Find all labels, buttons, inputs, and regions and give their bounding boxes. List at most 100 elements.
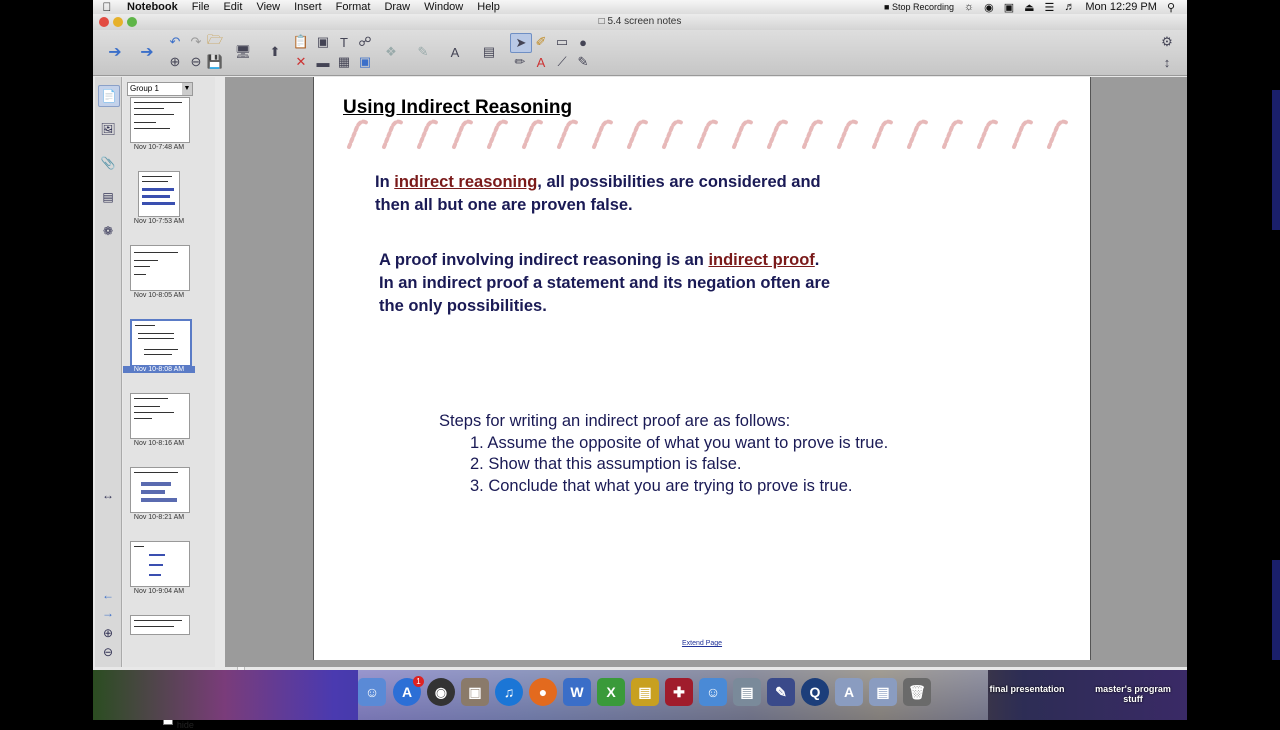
toolbar: ➔ ➔ ↶ ↷ 🗁 ⊕ ⊖ 💾 🖥 ⬆ 📋 ▣ T ☍ ✕ ▬ ▦ ▣ ❖ ✎ … bbox=[93, 30, 1187, 76]
sorter-prev-icon[interactable]: ← bbox=[98, 585, 118, 605]
desktop-folder-final-presentation[interactable]: final presentation bbox=[985, 684, 1069, 694]
menu-app-name[interactable]: Notebook bbox=[121, 1, 186, 13]
shapes-icon[interactable]: ● bbox=[573, 33, 593, 51]
line-icon[interactable]: ⟋ bbox=[552, 53, 572, 71]
select-icon[interactable]: ➤ bbox=[510, 33, 532, 53]
step-item: 1. Assume the opposite of what you want … bbox=[470, 433, 889, 452]
group-select[interactable]: Group 1 ▼ bbox=[127, 82, 193, 96]
iphoto-icon[interactable]: ▣ bbox=[461, 678, 489, 706]
ichat-icon[interactable]: ☺ bbox=[699, 678, 727, 706]
menu-edit[interactable]: Edit bbox=[217, 1, 250, 13]
page-thumbnail[interactable] bbox=[130, 467, 190, 513]
menu-view[interactable]: View bbox=[250, 1, 288, 13]
properties-icon[interactable]: ▤ bbox=[98, 187, 118, 207]
sorter-next-icon[interactable]: → bbox=[98, 603, 118, 623]
delete-page-icon[interactable]: ⊖ bbox=[186, 53, 206, 71]
show-hide-screen-icon[interactable]: ▬ bbox=[313, 53, 333, 71]
undo-icon[interactable]: ↶ bbox=[165, 33, 185, 51]
text-box-icon[interactable]: T bbox=[334, 33, 354, 51]
word-icon[interactable]: W bbox=[563, 678, 591, 706]
firefox-icon[interactable]: ● bbox=[529, 678, 557, 706]
shape-recognition-icon[interactable]: A bbox=[445, 43, 465, 61]
stop-recording-status[interactable]: ■ Stop Recording bbox=[884, 2, 954, 12]
paste-icon[interactable]: 📋 bbox=[291, 33, 311, 51]
p2-post: . bbox=[814, 251, 820, 269]
menu-help[interactable]: Help bbox=[471, 1, 508, 13]
page-thumbnail[interactable] bbox=[130, 541, 190, 587]
handwriting-icon[interactable]: ▤ bbox=[479, 43, 499, 61]
sync-icon[interactable]: ☼ bbox=[964, 1, 974, 13]
pen-icon[interactable]: ✐ bbox=[531, 33, 551, 51]
clock-status[interactable]: Mon 12:29 PM bbox=[1085, 1, 1157, 13]
group-select-value: Group 1 bbox=[130, 84, 159, 93]
screen-icon[interactable]: 🖥 bbox=[233, 43, 253, 61]
candy-cane-icon bbox=[907, 119, 929, 149]
display-icon[interactable]: ▣ bbox=[1004, 1, 1014, 14]
page-thumbnail[interactable] bbox=[130, 97, 190, 143]
text-icon[interactable]: A bbox=[531, 53, 551, 71]
steps-intro: Steps for writing an indirect proof are … bbox=[439, 412, 791, 430]
wifi-icon[interactable]: ☰ bbox=[1045, 1, 1055, 14]
page-thumbnail[interactable] bbox=[130, 615, 190, 635]
previous-page-icon[interactable]: ➔ bbox=[105, 43, 125, 61]
excel-icon[interactable]: X bbox=[597, 678, 625, 706]
gallery-icon[interactable]: 🖼 bbox=[98, 119, 118, 139]
screen-capture-icon[interactable]: ▣ bbox=[313, 33, 333, 51]
chart-app-icon[interactable]: ▤ bbox=[631, 678, 659, 706]
menu-insert[interactable]: Insert bbox=[288, 1, 330, 13]
settings-gear-icon[interactable]: ⚙ bbox=[1157, 33, 1177, 51]
toolbar-toggle-icon[interactable]: ↕ bbox=[1157, 53, 1177, 71]
extend-page-link[interactable]: Extend Page bbox=[314, 640, 1090, 647]
menu-draw[interactable]: Draw bbox=[378, 1, 418, 13]
dashboard-icon[interactable]: ◉ bbox=[427, 678, 455, 706]
menu-file[interactable]: File bbox=[186, 1, 218, 13]
finder-icon[interactable]: ☺ bbox=[358, 678, 386, 706]
textedit-icon[interactable]: ✎ bbox=[767, 678, 795, 706]
menu-window[interactable]: Window bbox=[418, 1, 471, 13]
dashboard-icon[interactable]: ◉ bbox=[984, 1, 994, 14]
documents-folder-icon[interactable]: ▤ bbox=[869, 678, 897, 706]
desktop-folder-masters-program[interactable]: master's program stuff bbox=[1085, 684, 1181, 704]
spotlight-icon[interactable]: ⚲ bbox=[1167, 1, 1175, 14]
next-page-icon[interactable]: ➔ bbox=[137, 43, 157, 61]
fill-icon[interactable]: ❖ bbox=[381, 43, 401, 61]
link-icon[interactable]: ☍ bbox=[355, 33, 375, 51]
menu-format[interactable]: Format bbox=[330, 1, 379, 13]
delete-icon[interactable]: ✕ bbox=[291, 53, 311, 71]
table-icon[interactable]: ▦ bbox=[334, 53, 354, 71]
candy-cane-icon bbox=[487, 119, 509, 149]
add-page-icon[interactable]: ⊕ bbox=[165, 53, 185, 71]
magic-pen-icon[interactable]: ✎ bbox=[413, 43, 433, 61]
move-icon[interactable]: ⬆ bbox=[265, 43, 285, 61]
applications-folder-icon[interactable]: A bbox=[835, 678, 863, 706]
apple-menu-icon[interactable]:  bbox=[93, 0, 121, 14]
open-icon[interactable]: 🗁 bbox=[205, 32, 225, 51]
save-icon[interactable]: 💾 bbox=[205, 53, 225, 71]
documents-icon[interactable]: ▤ bbox=[733, 678, 761, 706]
sorter-delete-icon[interactable]: ⊖ bbox=[98, 642, 118, 662]
page-thumbnail[interactable] bbox=[130, 245, 190, 291]
highlighter-icon[interactable]: ✎ bbox=[573, 53, 593, 71]
whiteboard-page[interactable]: Using Indirect Reasoning In indirect rea… bbox=[313, 77, 1091, 660]
creative-pen-icon[interactable]: ✏ bbox=[510, 53, 530, 71]
add-ons-icon[interactable]: ❁ bbox=[98, 221, 118, 241]
move-sidebar-icon[interactable]: ↔ bbox=[98, 485, 118, 505]
page-area: Using Indirect Reasoning In indirect rea… bbox=[225, 77, 1187, 667]
trash-icon[interactable]: 🗑 bbox=[903, 678, 931, 706]
attachments-icon[interactable]: 📎 bbox=[98, 153, 118, 173]
itunes-icon[interactable]: ♫ bbox=[495, 678, 523, 706]
page-thumbnail-selected[interactable] bbox=[130, 319, 192, 367]
eraser-icon[interactable]: ▭ bbox=[552, 33, 572, 51]
quicktime-icon[interactable]: Q bbox=[801, 678, 829, 706]
full-screen-icon[interactable]: ▣ bbox=[355, 53, 375, 71]
eject-icon[interactable]: ⏏ bbox=[1024, 1, 1034, 14]
page-thumbnail[interactable] bbox=[130, 393, 190, 439]
stop-recording-label: Stop Recording bbox=[891, 2, 954, 12]
sorter-add-icon[interactable]: ⊕ bbox=[98, 623, 118, 643]
page-sorter-icon[interactable]: 📄 bbox=[98, 85, 120, 107]
page-thumbnail[interactable] bbox=[138, 171, 180, 217]
notebook-app-icon[interactable]: ✚ bbox=[665, 678, 693, 706]
volume-icon[interactable]: ♬ bbox=[1064, 1, 1075, 13]
redo-icon[interactable]: ↷ bbox=[186, 33, 206, 51]
app-store-badge: 1 bbox=[413, 676, 424, 687]
